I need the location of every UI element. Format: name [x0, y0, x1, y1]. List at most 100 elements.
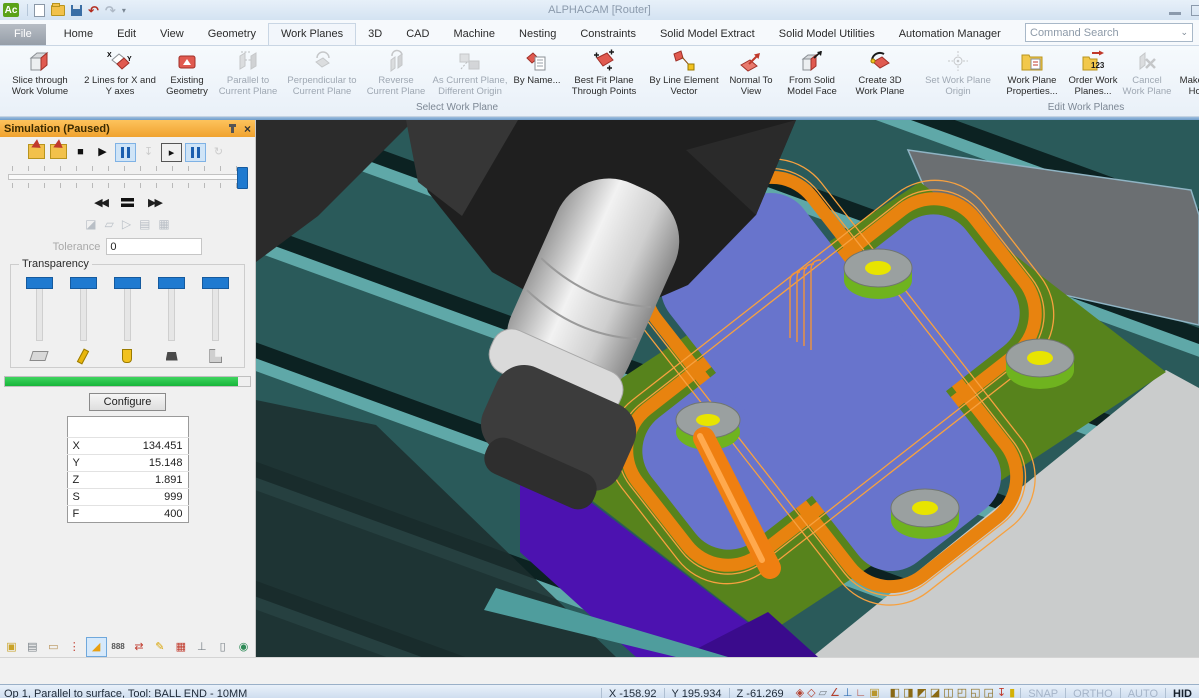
new-document-icon[interactable]: ▯ — [213, 638, 232, 656]
configure-button[interactable]: Configure — [89, 393, 167, 411]
tab-solid-model-utilities[interactable]: Solid Model Utilities — [767, 24, 887, 45]
frame-grid-icon[interactable]: ▦ — [158, 217, 169, 231]
ortho-toggle[interactable]: ORTHO — [1065, 688, 1120, 698]
order-work-planes-button[interactable]: 123 Order Work Planes... — [1066, 48, 1120, 98]
minimize-button[interactable] — [1169, 12, 1181, 15]
transparency-slider-holder[interactable] — [110, 277, 144, 363]
record-avi-icon[interactable]: ◪ — [85, 217, 96, 231]
undo-icon[interactable]: ↶ — [88, 4, 99, 17]
tool-edit-icon[interactable]: ✎ — [150, 638, 169, 656]
tab-work-planes[interactable]: Work Planes — [268, 23, 356, 45]
perpendicular-to-current-plane-button[interactable]: Perpendicular to Current Plane — [282, 48, 362, 98]
help-web-icon[interactable]: ◉ — [234, 638, 253, 656]
step-forward-icon[interactable]: ▶▶ — [148, 196, 161, 209]
transparency-slider-tool[interactable] — [66, 277, 100, 363]
tab-constraints[interactable]: Constraints — [568, 24, 648, 45]
view-iso-2-icon[interactable]: ◨ — [903, 688, 913, 698]
step-back-icon[interactable]: ◀◀ — [94, 196, 107, 209]
tab-automation-manager[interactable]: Automation Manager — [887, 24, 1013, 45]
drawings-manager-icon[interactable]: ▣ — [2, 638, 21, 656]
command-search-box[interactable]: Command Search ⌄ — [1025, 23, 1193, 42]
view-back-icon[interactable]: ◲ — [984, 688, 994, 698]
save-file-icon[interactable] — [71, 5, 82, 16]
cancel-work-plane-button[interactable]: Cancel Work Plane — [1120, 48, 1174, 98]
slider-handle[interactable] — [158, 277, 185, 289]
material-icon[interactable]: ▭ — [44, 638, 63, 656]
from-solid-model-face-button[interactable]: From Solid Model Face — [778, 48, 846, 98]
hide-toggle[interactable]: HID — [1165, 688, 1199, 698]
customize-toolbar-icon[interactable]: ▾ — [122, 6, 126, 15]
tool-display-icon[interactable]: ↧ — [139, 143, 158, 160]
pin-icon[interactable] — [231, 124, 234, 133]
redo-icon[interactable]: ↷ — [105, 4, 116, 17]
view-top-icon[interactable]: ◱ — [970, 688, 980, 698]
slider-track[interactable] — [8, 174, 247, 180]
snap-toggle[interactable]: SNAP — [1020, 688, 1065, 698]
create-3d-work-plane-button[interactable]: Create 3D Work Plane — [846, 48, 914, 98]
tolerance-input[interactable]: 0 — [106, 238, 202, 255]
solid-box-icon[interactable]: ▣ — [869, 688, 879, 698]
3d-viewport[interactable] — [256, 120, 1199, 657]
play-pause-step-icon[interactable] — [185, 143, 206, 162]
open-file-icon[interactable] — [51, 5, 65, 16]
best-fit-plane-through-points-button[interactable]: Best Fit Plane Through Points — [564, 48, 644, 98]
close-icon[interactable]: × — [244, 122, 251, 136]
sim-options-icon[interactable]: ↻ — [209, 143, 228, 160]
tab-file[interactable]: File — [0, 24, 46, 45]
tab-view[interactable]: View — [148, 24, 196, 45]
make-local-axis-horizontal-button[interactable]: Make Local Axis Horizontal... — [1174, 48, 1199, 98]
auto-toggle[interactable]: AUTO — [1120, 688, 1165, 698]
by-name-button[interactable]: By Name... — [510, 48, 564, 88]
transparency-slider-machine[interactable] — [199, 277, 233, 363]
transparency-slider-head[interactable] — [155, 277, 189, 363]
maximize-button[interactable] — [1191, 5, 1199, 16]
normal-to-view-button[interactable]: Normal To View — [724, 48, 778, 98]
parallel-to-current-plane-button[interactable]: Parallel to Current Plane — [214, 48, 282, 98]
view-side-icon[interactable]: ◰ — [957, 688, 967, 698]
hold-icon[interactable] — [121, 198, 134, 207]
view-front-icon[interactable]: ◫ — [943, 688, 953, 698]
orbit-view-icon[interactable]: ◈ — [796, 688, 804, 698]
simulation-panel-header[interactable]: Simulation (Paused) × — [0, 120, 255, 137]
tab-nesting[interactable]: Nesting — [507, 24, 568, 45]
simulate-fast-to-end-icon[interactable] — [49, 143, 68, 160]
axes-3d-icon[interactable]: ⊥ — [843, 688, 853, 698]
local-axes-icon[interactable]: ∟ — [855, 688, 866, 698]
play-icon[interactable]: ▶ — [93, 143, 112, 160]
tab-home[interactable]: Home — [52, 24, 105, 45]
open-sim-icon[interactable]: ▱ — [105, 217, 114, 231]
work-plane-properties-button[interactable]: Work Plane Properties... — [998, 48, 1066, 98]
slider-handle[interactable] — [26, 277, 53, 289]
tab-machine[interactable]: Machine — [441, 24, 507, 45]
view-iso-4-icon[interactable]: ◪ — [930, 688, 940, 698]
slider-handle[interactable] — [70, 277, 97, 289]
simulation-progress-slider[interactable] — [0, 164, 255, 188]
z-down-icon[interactable]: ↧ — [997, 688, 1006, 698]
tab-edit[interactable]: Edit — [105, 24, 148, 45]
slice-through-work-volume-button[interactable]: Slice through Work Volume — [0, 48, 80, 98]
new-file-icon[interactable] — [34, 4, 45, 17]
pause-icon[interactable] — [115, 143, 136, 162]
counter-icon[interactable]: 888 — [109, 638, 128, 656]
work-plane-icon[interactable]: ▱ — [819, 688, 827, 698]
existing-geometry-button[interactable]: Existing Geometry — [160, 48, 214, 98]
slider-handle[interactable] — [114, 277, 141, 289]
slider-handle[interactable] — [202, 277, 229, 289]
save-sim-icon[interactable]: ▤ — [139, 217, 150, 231]
view-iso-3-icon[interactable]: ◩ — [916, 688, 926, 698]
open-run-icon[interactable]: ▷ — [122, 217, 131, 231]
stop-icon[interactable]: ■ — [71, 143, 90, 160]
two-lines-xy-button[interactable]: XY 2 Lines for X and Y axes — [80, 48, 160, 98]
shade-icon[interactable]: ▮ — [1009, 688, 1015, 698]
tab-solid-model-extract[interactable]: Solid Model Extract — [648, 24, 767, 45]
probe-icon[interactable]: ⊥ — [192, 638, 211, 656]
simulate-icon[interactable]: ◢ — [86, 637, 107, 657]
tab-cad[interactable]: CAD — [394, 24, 441, 45]
slider-handle[interactable] — [237, 167, 248, 189]
reverse-current-plane-button[interactable]: Reverse Current Plane — [362, 48, 430, 98]
by-line-element-vector-button[interactable]: By Line Element Vector — [644, 48, 724, 98]
report-icon[interactable]: ▤ — [23, 638, 42, 656]
set-work-plane-origin-button[interactable]: Set Work Plane Origin — [918, 48, 998, 98]
transparency-slider-material[interactable] — [22, 277, 56, 363]
as-current-plane-different-origin-button[interactable]: As Current Plane, Different Origin — [430, 48, 510, 98]
